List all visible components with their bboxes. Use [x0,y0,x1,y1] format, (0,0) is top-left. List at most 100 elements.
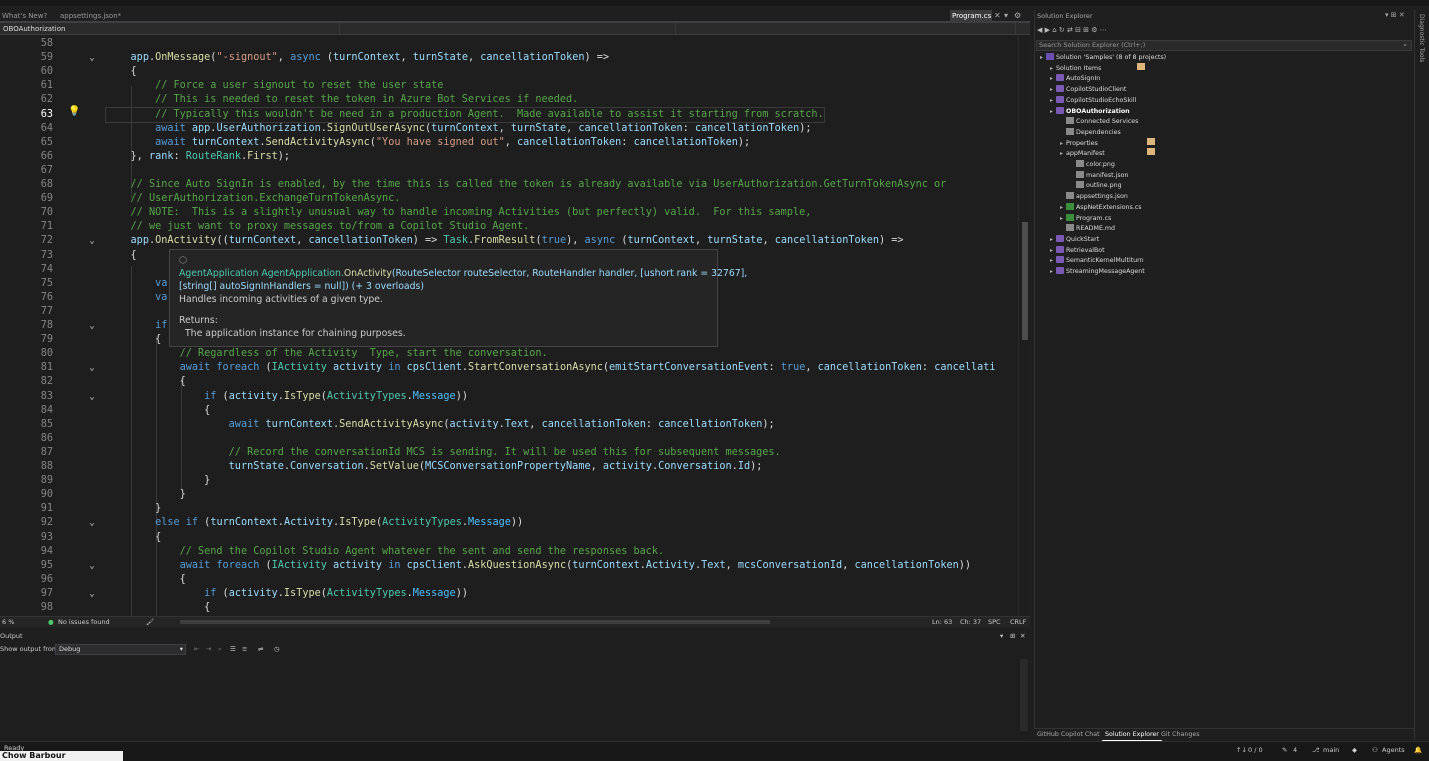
tab-appsettings[interactable]: appsettings.json* [58,10,138,22]
tree-item[interactable]: ▸ Solution 'Samples' (8 of 8 projects) [1040,52,1166,63]
tree-item[interactable]: ▸ QuickStart [1050,234,1099,245]
code-line[interactable]: 95 ⌄ await foreach (IActivity activity in… [0,559,1030,573]
code-line[interactable]: 80 // Regardless of the Activity Type, s… [0,347,1030,361]
se-toolbar[interactable]: ◀ ▶ ⌂ ↻ ⇄ ⊟ ⊞ ⚙ ⋯ [1037,26,1167,36]
tree-item[interactable]: appsettings.json [1060,191,1128,202]
code-line[interactable]: 61 // Force a user signout to reset the … [0,79,1030,93]
tree-item[interactable]: ▸ CopilotStudioEchoSkill [1050,95,1136,106]
tree-item[interactable]: ▸ AspNetExtensions.cs [1060,202,1142,213]
code-line[interactable]: 60 { [0,65,1030,79]
code-line[interactable]: 88 turnState.Conversation.SetValue(MCSCo… [0,460,1030,474]
tab-solution-explorer[interactable]: Solution Explorer [1102,729,1162,741]
line-ending[interactable]: CRLF [1010,617,1026,628]
code-line[interactable]: 81 ⌄ await foreach (IActivity activity in… [0,361,1030,375]
lines-changed[interactable]: 0 / 0 [1248,746,1263,754]
clear-all-icon[interactable]: ☰ [230,643,236,656]
code-line[interactable]: 92 ⌄ else if (turnContext.Activity.IsType… [0,516,1030,530]
code-line[interactable]: 70 // NOTE: This is a slightly unusual w… [0,206,1030,220]
agents-label[interactable]: Agents [1382,746,1405,754]
code-line[interactable]: 86 [0,432,1030,446]
tree-item[interactable]: ▸ CopilotStudioClient [1050,84,1126,95]
fold-toggle-icon[interactable]: ⌄ [87,587,97,601]
code-line[interactable]: 97 ⌄ if (activity.IsType(ActivityTypes.Me… [0,587,1030,601]
tree-item[interactable]: ▸ appManifest [1060,148,1155,159]
code-line[interactable]: 89 } [0,474,1030,488]
next-icon[interactable]: ⇥ [206,643,211,656]
type-dropdown[interactable] [340,23,676,35]
output-content[interactable] [0,657,1030,740]
repo-icon[interactable]: ◆ [1352,746,1357,754]
tab-program-cs[interactable]: Program.cs [950,10,992,22]
code-line[interactable]: 65 await turnContext.SendActivityAsync("… [0,136,1030,150]
issues-status[interactable]: No issues found [58,617,110,628]
code-line[interactable]: 62 // This is needed to reset the token … [0,93,1030,107]
output-scrollbar[interactable] [1020,659,1028,731]
branch-name[interactable]: main [1323,746,1339,754]
code-line[interactable]: 68 // Since Auto SignIn is enabled, by t… [0,178,1030,192]
pencil-count[interactable]: 4 [1293,746,1297,754]
code-line[interactable]: 85 await turnContext.SendActivityAsync(a… [0,418,1030,432]
fold-toggle-icon[interactable]: ⌄ [87,361,97,375]
tab-copilot-chat[interactable]: GitHub Copilot Chat [1034,729,1103,740]
pencil-icon[interactable]: ✎ [1282,746,1287,754]
tree-item[interactable]: ▸ Program.cs [1060,213,1111,224]
tree-item[interactable]: Connected Services [1060,116,1138,127]
tree-item[interactable]: ▸ SemanticKernelMultiturn [1050,255,1144,266]
fold-toggle-icon[interactable]: ⌄ [87,390,97,404]
code-line[interactable]: 67 [0,164,1030,178]
code-line[interactable]: 71 // we just want to proxy messages to/… [0,220,1030,234]
changes-icon[interactable]: ↑↓ [1236,746,1247,754]
tree-item[interactable]: README.md [1060,223,1115,234]
tree-item[interactable]: ▸ AutoSignIn [1050,73,1100,84]
code-line[interactable]: 87 // Record the conversationId MCS is s… [0,446,1030,460]
tree-item[interactable]: ▸ Properties [1060,137,1155,149]
code-line[interactable]: 82 { [0,375,1030,389]
tree-item[interactable]: ▸ RetrievalBot [1050,245,1105,256]
tree-item[interactable]: ▸ StreamingMessageAgent [1050,266,1145,277]
project-dropdown[interactable]: OBOAuthorization [0,23,340,35]
dropdown-icon[interactable]: ▾ [1000,631,1003,642]
gear-icon[interactable]: ⚙ [1014,11,1021,20]
code-line[interactable]: 58 [0,37,1030,51]
scrollbar-thumb[interactable] [1022,222,1028,340]
output-source-select[interactable]: Debug ▾ [55,644,186,655]
line-position[interactable]: Ln: 63 [932,617,952,628]
tree-item[interactable]: manifest.json [1070,170,1128,181]
tree-item[interactable]: ▸ OBOAuthorization [1050,106,1130,117]
word-wrap-icon[interactable]: ⇌ [258,643,263,656]
notification-icon[interactable]: 🔔 [1414,746,1422,754]
tab-dropdown-icon[interactable]: ▾ [1004,11,1008,20]
tab-whats-new[interactable]: What's New? [0,10,50,22]
tree-item[interactable]: color.png [1070,159,1115,170]
code-line[interactable]: 72 ⌄ app.OnActivity((turnContext, cancell… [0,234,1030,248]
tree-item[interactable]: ▸ Solution Items [1050,62,1145,74]
find-icon[interactable]: ⌕ [218,643,222,656]
fold-toggle-icon[interactable]: ⌄ [87,319,97,333]
fold-toggle-icon[interactable]: ⌄ [87,234,97,248]
code-line[interactable]: 59 ⌄ app.OnMessage("-signout", async (tur… [0,51,1030,65]
pin-icon[interactable]: ⊞ [1010,631,1015,642]
horizontal-scrollbar[interactable] [180,620,770,624]
column-position[interactable]: Ch: 37 [960,617,981,628]
branch-icon[interactable]: ⎇ [1312,746,1320,754]
code-line[interactable]: 63 // Typically this wouldn't be need in… [0,106,1030,123]
code-line[interactable]: 69 // UserAuthorization.ExchangeTurnToke… [0,192,1030,206]
zoom-level[interactable]: 6 % [2,617,14,628]
prev-icon[interactable]: ⇤ [194,643,199,656]
code-line[interactable]: 93 { [0,531,1030,545]
code-line[interactable]: 98 { [0,601,1030,615]
agents-icon[interactable]: ⚇ [1372,746,1378,754]
editor-vertical-scrollbar[interactable] [1018,36,1030,616]
clear-icon[interactable]: ≡ [242,643,247,656]
tree-item[interactable]: outline.png [1070,180,1122,191]
code-line[interactable]: 96 { [0,573,1030,587]
clock-icon[interactable]: ◷ [274,643,280,656]
solution-search-input[interactable]: Search Solution Explorer (Ctrl+;) ⌕ [1036,40,1412,51]
fold-toggle-icon[interactable]: ⌄ [87,559,97,573]
close-tab-icon[interactable]: ✕ [994,11,1001,20]
code-line[interactable]: 84 { [0,404,1030,418]
code-line[interactable]: 90 } [0,488,1030,502]
member-dropdown[interactable] [676,23,1016,35]
whitespace-mode[interactable]: SPC [988,617,1001,628]
fold-toggle-icon[interactable]: ⌄ [87,516,97,530]
